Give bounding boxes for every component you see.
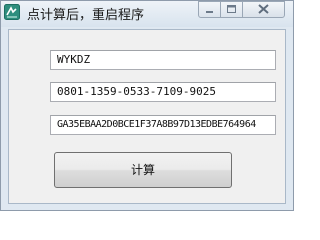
maximize-icon: [221, 2, 242, 21]
app-window: 点计算后，重启程序 WYKDZ 0801-1359-0533-7109-9025…: [0, 0, 294, 211]
minimize-icon: [199, 2, 220, 21]
name-input[interactable]: WYKDZ: [50, 50, 276, 70]
window-title: 点计算后，重启程序: [27, 8, 145, 23]
close-icon: [243, 2, 284, 21]
close-button[interactable]: [242, 1, 285, 18]
calculate-button[interactable]: 计算: [54, 152, 232, 188]
code-input[interactable]: GA35EBAA2D0BCE1F37A8B97D13EDBE764964: [50, 115, 276, 135]
minimize-button[interactable]: [198, 1, 221, 18]
title-bar[interactable]: 点计算后，重启程序: [1, 1, 293, 27]
app-icon: [4, 4, 20, 20]
maximize-button[interactable]: [220, 1, 243, 18]
serial-input[interactable]: 0801-1359-0533-7109-9025: [50, 82, 276, 102]
